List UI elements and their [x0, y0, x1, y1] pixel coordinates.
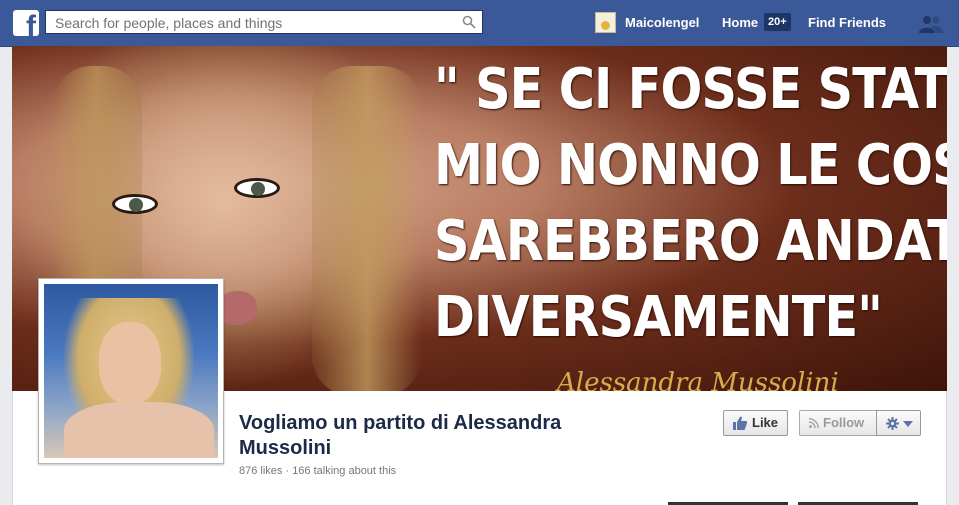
search-input[interactable] [53, 14, 457, 32]
home-link[interactable]: Home [722, 15, 758, 30]
facebook-logo-icon[interactable]: f [13, 10, 39, 36]
like-button[interactable]: Like [723, 410, 788, 436]
cover-quote: " SE CI FOSSE STATO MIO NONNO LE COSE SA… [434, 52, 947, 356]
page-stats[interactable]: 876 likes · 166 talking about this [239, 465, 396, 477]
user-name-link[interactable]: Maicolengel [625, 15, 699, 30]
friends-icon[interactable] [919, 15, 943, 33]
cover-signature: Alessandra Mussolini [557, 368, 839, 391]
top-bar: f Maicolengel Home 20+ Find Friends [0, 0, 959, 47]
user-avatar[interactable] [595, 12, 616, 33]
follow-button[interactable]: Follow [799, 410, 877, 436]
thumbs-up-icon [733, 416, 747, 430]
quote-line: " SE CI FOSSE STATO [434, 57, 947, 122]
search-box[interactable] [45, 10, 483, 34]
chevron-down-icon [903, 421, 913, 427]
gear-icon [886, 417, 899, 430]
quote-line: MIO NONNO LE COSE [434, 133, 947, 198]
settings-menu-button[interactable] [876, 410, 921, 436]
quote-line: SAREBBERO ANDATE [434, 209, 947, 274]
home-notification-badge: 20+ [764, 13, 791, 31]
page-title[interactable]: Vogliamo un partito di Alessandra Mussol… [239, 411, 659, 461]
like-label: Like [752, 415, 779, 430]
quote-line: DIVERSAMENTE" [434, 285, 883, 350]
follow-label: Follow [823, 415, 865, 430]
profile-picture[interactable] [38, 278, 224, 464]
find-friends-link[interactable]: Find Friends [808, 15, 886, 30]
rss-icon [809, 418, 819, 428]
search-icon[interactable] [462, 15, 476, 29]
